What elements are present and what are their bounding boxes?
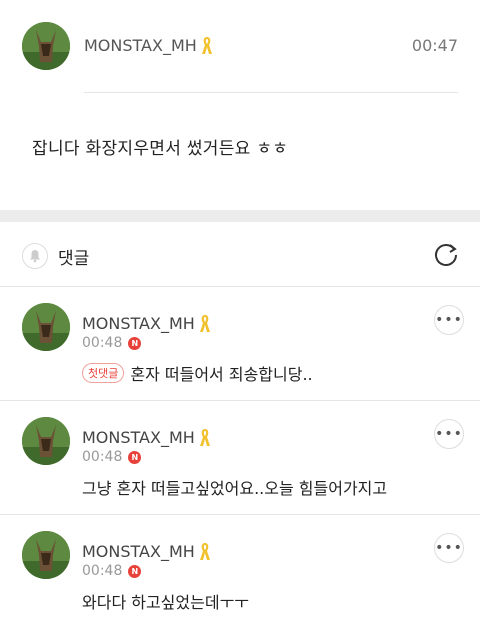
yellow-ribbon-icon bbox=[199, 315, 210, 332]
ellipsis-icon: ••• bbox=[435, 426, 463, 442]
comment-item: MONSTAX_MH 00:48 N ••• 와다다 하고싶었는데ㅜㅜ bbox=[0, 515, 480, 628]
first-comment-badge: 첫댓글 bbox=[82, 363, 125, 383]
post: MONSTAX_MH 00:47 잡니다 화장지우면서 썼거든요 ㅎㅎ bbox=[0, 0, 480, 210]
comment-text: 와다다 하고싶었는데ㅜㅜ bbox=[82, 589, 249, 613]
comment-item: MONSTAX_MH 00:48 N ••• 그냥 혼자 떠들고싶었어요..오늘… bbox=[0, 401, 480, 514]
dog-avatar-icon bbox=[22, 417, 70, 465]
more-options-button[interactable]: ••• bbox=[434, 419, 464, 449]
comment-body: 와다다 하고싶었는데ㅜㅜ bbox=[82, 593, 250, 612]
comment-meta: 00:48 N bbox=[82, 335, 142, 351]
more-options-button[interactable]: ••• bbox=[434, 305, 464, 335]
more-options-button[interactable]: ••• bbox=[434, 533, 464, 563]
bell-icon[interactable] bbox=[22, 243, 48, 269]
post-author[interactable]: MONSTAX_MH bbox=[84, 35, 214, 55]
comment-text: 그냥 혼자 떠들고싶었어요..오늘 힘들어가지고 bbox=[82, 475, 387, 499]
divider bbox=[84, 92, 458, 93]
avatar[interactable] bbox=[22, 531, 70, 579]
ellipsis-icon: ••• bbox=[435, 312, 463, 328]
refresh-icon[interactable] bbox=[432, 240, 460, 268]
comment-item: MONSTAX_MH 00:48 N ••• 첫댓글 혼자 떠들어서 죄송합니당… bbox=[0, 287, 480, 400]
comment-author[interactable]: MONSTAX_MH bbox=[82, 427, 212, 447]
new-badge: N bbox=[128, 450, 142, 464]
comment-body: 그냥 혼자 떠들고싶었어요..오늘 힘들어가지고 bbox=[82, 479, 388, 498]
section-gap bbox=[0, 210, 480, 222]
author-name: MONSTAX_MH bbox=[82, 313, 195, 333]
post-body: 잡니다 화장지우면서 썼거든요 ㅎㅎ bbox=[32, 139, 289, 159]
comments-title: 댓글 bbox=[58, 249, 90, 269]
ellipsis-icon: ••• bbox=[435, 540, 463, 556]
avatar[interactable] bbox=[22, 417, 70, 465]
author-name: MONSTAX_MH bbox=[84, 35, 197, 55]
avatar[interactable] bbox=[22, 22, 70, 70]
dog-avatar-icon bbox=[22, 303, 70, 351]
comment-author[interactable]: MONSTAX_MH bbox=[82, 313, 212, 333]
dog-avatar-icon bbox=[22, 22, 70, 70]
author-name: MONSTAX_MH bbox=[82, 541, 195, 561]
comment-meta: 00:48 N bbox=[82, 449, 142, 465]
author-name: MONSTAX_MH bbox=[82, 427, 195, 447]
dog-avatar-icon bbox=[22, 531, 70, 579]
yellow-ribbon-icon bbox=[201, 37, 212, 54]
yellow-ribbon-icon bbox=[199, 543, 210, 560]
comment-time: 00:48 bbox=[82, 449, 123, 465]
new-badge: N bbox=[128, 336, 142, 350]
comment-meta: 00:48 N bbox=[82, 563, 142, 579]
comment-time: 00:48 bbox=[82, 563, 123, 579]
comment-author[interactable]: MONSTAX_MH bbox=[82, 541, 212, 561]
post-time: 00:47 bbox=[411, 36, 458, 55]
comment-text: 첫댓글 혼자 떠들어서 죄송합니당.. bbox=[82, 361, 313, 385]
yellow-ribbon-icon bbox=[199, 429, 210, 446]
comment-body: 혼자 떠들어서 죄송합니당.. bbox=[130, 365, 313, 384]
comment-time: 00:48 bbox=[82, 335, 123, 351]
avatar[interactable] bbox=[22, 303, 70, 351]
comments-header: 댓글 bbox=[0, 222, 480, 286]
new-badge: N bbox=[128, 564, 142, 578]
